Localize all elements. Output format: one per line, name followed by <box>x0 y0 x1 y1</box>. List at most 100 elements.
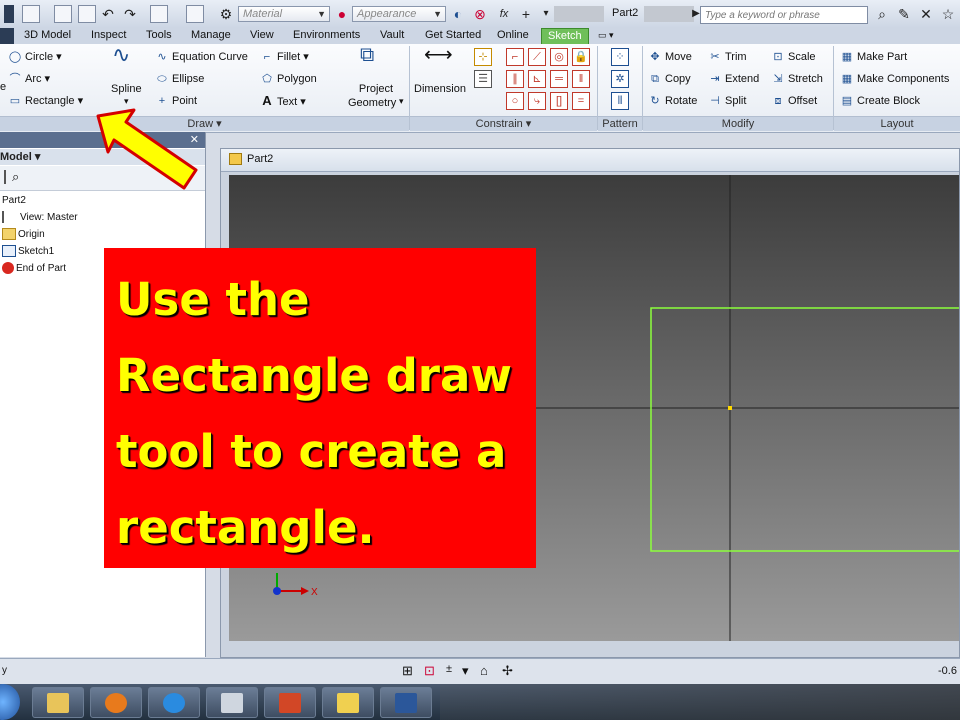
horizontal-constraint-icon[interactable]: ═ <box>550 70 568 88</box>
make-part-tool[interactable]: ▦ Make Part <box>840 50 907 64</box>
move-tool[interactable]: ✥ Move <box>648 50 692 64</box>
taskbar-inventor[interactable] <box>206 687 258 718</box>
filter-icon[interactable] <box>4 170 6 184</box>
tangent-constraint-icon[interactable]: ○ <box>506 92 524 110</box>
parallel-constraint-icon[interactable]: ∥ <box>506 70 524 88</box>
tab-manage[interactable]: Manage <box>191 28 231 44</box>
stretch-tool[interactable]: ⇲ Stretch <box>771 72 822 86</box>
binoculars-icon[interactable]: ⌕ <box>874 6 890 22</box>
taskbar-word[interactable] <box>380 687 432 718</box>
mirror-icon[interactable]: ⫴ <box>611 92 629 110</box>
collinear-constraint-icon[interactable]: ⟋ <box>528 48 546 66</box>
symmetric-constraint-icon[interactable]: [] <box>550 92 568 110</box>
equation-curve-tool[interactable]: ∿ Equation Curve <box>155 50 247 64</box>
close-icon[interactable]: ✕ <box>918 6 934 22</box>
tab-get-started[interactable]: Get Started <box>425 28 481 44</box>
update-icon[interactable] <box>186 5 204 23</box>
rectangular-pattern-icon[interactable]: ⁘ <box>611 48 629 66</box>
tree-item-origin-label: Origin <box>18 229 45 240</box>
fillet-tool[interactable]: ⌐ Fillet ▾ <box>260 50 309 64</box>
taskbar-explorer[interactable] <box>32 687 84 718</box>
view-rep-icon <box>2 211 18 224</box>
auto-dimension-icon[interactable]: ⊹ <box>474 48 492 66</box>
taskbar-internet-explorer[interactable] <box>148 687 200 718</box>
smooth-constraint-icon[interactable]: ⤷ <box>528 92 546 110</box>
taskbar-media-player[interactable] <box>90 687 142 718</box>
split-tool[interactable]: ⊣ Split <box>708 94 746 108</box>
tab-view[interactable]: View <box>250 28 274 44</box>
taskbar-powerpoint[interactable] <box>264 687 316 718</box>
tools-icon[interactable]: ✎ <box>896 6 912 22</box>
project-geometry-line2[interactable]: Geometry <box>348 96 396 110</box>
equal-constraint-icon[interactable]: = <box>572 92 590 110</box>
adjust-appearance-icon[interactable]: ◐ <box>450 6 466 22</box>
dof-icon[interactable]: ± <box>446 663 452 675</box>
offset-tool[interactable]: ⧈ Offset <box>771 94 818 108</box>
concentric-constraint-icon[interactable]: ◎ <box>550 48 568 66</box>
clear-appearance-icon[interactable]: ⊗ <box>472 6 488 22</box>
favorites-star-icon[interactable]: ☆ <box>940 6 956 22</box>
make-components-tool[interactable]: ▦ Make Components <box>840 72 950 86</box>
open-folder-icon[interactable] <box>54 5 72 23</box>
status-toggle-icon[interactable]: ▾ <box>462 663 469 679</box>
fx-parameters-icon[interactable]: fx <box>496 6 512 22</box>
create-block-tool[interactable]: ▤ Create Block <box>840 94 920 108</box>
start-button[interactable] <box>0 684 20 720</box>
show-constraints-icon[interactable]: ☰ <box>474 70 492 88</box>
ellipse-icon: ⬭ <box>157 73 167 85</box>
polygon-tool[interactable]: ⬠ Polygon <box>260 72 317 86</box>
appearance-dropdown[interactable]: Appearance ▼ <box>352 6 446 22</box>
line-tool-label[interactable]: e <box>0 80 6 94</box>
spline-icon: ∿ <box>112 42 131 67</box>
arc-tool[interactable]: ⌒ Arc ▾ <box>8 72 51 86</box>
app-menu-button[interactable] <box>4 5 14 23</box>
tree-item-origin[interactable]: Origin <box>2 227 202 243</box>
circular-pattern-icon[interactable]: ✲ <box>611 70 629 88</box>
tab-online[interactable]: Online <box>497 28 529 44</box>
undo-icon[interactable]: ↶ <box>100 6 116 22</box>
vertical-constraint-icon[interactable]: ‖ <box>572 70 590 88</box>
rectangle-tool[interactable]: ▭ Rectangle ▾ <box>8 94 83 108</box>
crosshair-icon[interactable]: + <box>518 6 534 22</box>
material-dropdown[interactable]: Material ▼ <box>238 6 330 22</box>
text-tool[interactable]: A Text ▾ <box>260 94 305 109</box>
coincident-constraint-icon[interactable]: ⌐ <box>506 48 524 66</box>
extend-tool[interactable]: ⇥ Extend <box>708 72 759 86</box>
tab-vault[interactable]: Vault <box>380 28 404 44</box>
ellipse-tool[interactable]: ⬭ Ellipse <box>155 72 204 86</box>
dimension-tool[interactable]: Dimension <box>414 82 466 96</box>
folder-icon <box>2 228 16 241</box>
redo-icon[interactable]: ↷ <box>122 6 138 22</box>
powerpoint-icon <box>279 693 301 713</box>
tab-3d-model[interactable]: 3D Model <box>24 28 71 44</box>
save-icon[interactable] <box>78 5 96 23</box>
fix-constraint-icon[interactable]: 🔒 <box>572 48 590 66</box>
copy-icon: ⧉ <box>651 73 659 85</box>
circle-tool[interactable]: ◯ Circle ▾ <box>8 50 62 64</box>
trim-tool[interactable]: ✂ Trim <box>708 50 746 64</box>
project-geometry-line1[interactable]: Project <box>355 82 397 96</box>
pattern-panel-label[interactable]: Pattern <box>598 116 642 131</box>
select-filter-icon[interactable]: ⚙ <box>218 6 234 22</box>
search-input[interactable]: Type a keyword or phrase <box>700 6 868 24</box>
grid-display-icon[interactable]: ⊞ <box>402 663 413 679</box>
new-file-icon[interactable] <box>22 5 40 23</box>
relax-mode-icon[interactable]: ⌂ <box>480 663 488 678</box>
modify-panel-label[interactable]: Modify <box>643 116 833 131</box>
taskbar-help[interactable] <box>322 687 374 718</box>
tree-item-view[interactable]: View: Master <box>2 210 202 226</box>
perpendicular-constraint-icon[interactable]: ⊾ <box>528 70 546 88</box>
return-icon[interactable] <box>150 5 168 23</box>
constrain-panel-label[interactable]: Constrain ▾ <box>410 116 597 131</box>
binoculars-icon[interactable]: ⌕ <box>12 169 19 185</box>
tab-environments[interactable]: Environments <box>293 28 360 44</box>
snap-icon[interactable]: ✢ <box>502 663 513 679</box>
layout-panel-label[interactable]: Layout <box>834 116 960 131</box>
copy-tool[interactable]: ⧉ Copy <box>648 72 691 86</box>
ribbon-minimize-icon[interactable]: ▭ ▾ <box>598 28 614 44</box>
scale-tool[interactable]: ⊡ Scale <box>771 50 815 64</box>
constraint-display-icon[interactable]: ⊡ <box>424 663 435 679</box>
rotate-tool[interactable]: ↻ Rotate <box>648 94 697 108</box>
tab-tools[interactable]: Tools <box>146 28 172 44</box>
qat-customize-icon[interactable]: ▾ <box>538 6 554 22</box>
